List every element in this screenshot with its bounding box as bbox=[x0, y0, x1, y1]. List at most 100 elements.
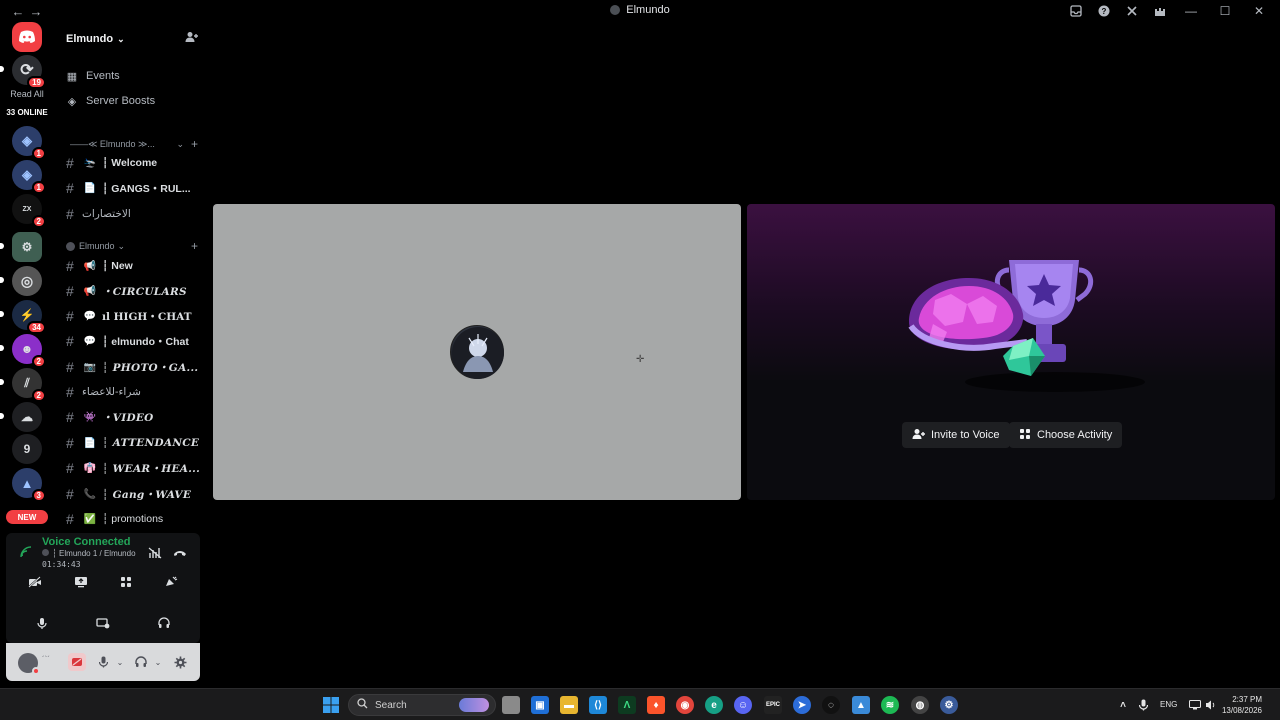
invite-to-voice-button[interactable]: Invite to Voice bbox=[902, 422, 1010, 448]
server-header[interactable]: Elmundo ⌄ bbox=[56, 22, 208, 56]
invite-people-icon[interactable] bbox=[185, 31, 198, 46]
circle-app-icon[interactable]: ◌ bbox=[822, 696, 840, 714]
disconnect-icon[interactable] bbox=[169, 542, 191, 564]
server-icon-5[interactable]: ⚙ bbox=[12, 232, 42, 262]
voice-status[interactable]: Voice Connected bbox=[42, 536, 130, 548]
channel-elmundo-chat[interactable]: # 💬 ┆ elmundo・Chat bbox=[66, 331, 204, 351]
windows-start-icon[interactable] bbox=[322, 696, 340, 714]
channel-emoji: 👘 bbox=[83, 462, 97, 474]
signal-icon[interactable] bbox=[20, 546, 32, 561]
inbox-icon[interactable] bbox=[1068, 3, 1084, 19]
server-icon-11[interactable]: 9 bbox=[12, 434, 42, 464]
gear-icon[interactable] bbox=[171, 653, 189, 671]
vscode-icon[interactable]: ⟨⟩ bbox=[589, 696, 607, 714]
chevron-up-icon[interactable]: ˄ bbox=[1114, 696, 1132, 714]
server-icon-7[interactable]: ⚡ 34 bbox=[12, 300, 46, 334]
new-unreads-pill[interactable]: NEW bbox=[6, 510, 48, 524]
voice-channel-name[interactable]: ┆ Elmundo 1 / Elmundo bbox=[42, 549, 136, 558]
headphones-icon[interactable] bbox=[132, 653, 150, 671]
app-launcher-icon[interactable]: ➤ bbox=[793, 696, 811, 714]
edge-icon[interactable]: e bbox=[705, 696, 723, 714]
hash-icon: # bbox=[66, 409, 74, 425]
channel-photo-gallery[interactable]: # 📷 ┆ PHOTO・GA... bbox=[66, 357, 204, 377]
category-header-1[interactable]: ——≪ Elmundo ≫... ⌄ + bbox=[66, 137, 198, 151]
server-icon-1[interactable]: ⟳ 19 bbox=[12, 55, 46, 89]
channel-high-chat[interactable]: # 💬 ıl HIGH・CHAT bbox=[66, 306, 204, 326]
hash-icon: # bbox=[66, 511, 74, 527]
server-icon-12[interactable]: ▲ 3 bbox=[12, 468, 46, 502]
choose-activity-button[interactable]: Choose Activity bbox=[1009, 422, 1123, 448]
read-all-button[interactable]: Read All bbox=[0, 89, 54, 99]
camera-off-icon[interactable] bbox=[24, 571, 46, 593]
channel-name: ┆ ATTENDANCE bbox=[102, 437, 200, 449]
help-icon[interactable]: ? bbox=[1096, 3, 1112, 19]
participant-avatar[interactable] bbox=[450, 325, 504, 379]
tools-icon[interactable] bbox=[1124, 3, 1140, 19]
channel-buy-members[interactable]: # شراء-للاعضاء bbox=[66, 382, 204, 402]
task-view-icon[interactable] bbox=[502, 696, 520, 714]
file-explorer-icon[interactable]: ▬ bbox=[560, 696, 578, 714]
channel-circulars[interactable]: # 📢 ・CIRCULARS bbox=[66, 281, 204, 301]
castle-icon[interactable] bbox=[1152, 3, 1168, 19]
mic-settings-icon[interactable] bbox=[32, 612, 54, 634]
server-icon-10[interactable]: ☁ bbox=[12, 402, 42, 432]
share-screen-icon[interactable] bbox=[70, 571, 92, 593]
server-icon-3[interactable]: ◈ 1 bbox=[12, 160, 46, 194]
noise-suppression-icon[interactable] bbox=[144, 542, 166, 564]
spotify-icon[interactable]: ≋ bbox=[881, 696, 899, 714]
discord-home-button[interactable] bbox=[12, 22, 42, 52]
brave-icon[interactable]: ♦ bbox=[647, 696, 665, 714]
channel-video[interactable]: # 👾 ・VIDEO bbox=[66, 407, 204, 427]
streaming-toggle-icon[interactable] bbox=[68, 653, 86, 671]
channel-promotions[interactable]: # ✅ ┆ promotions bbox=[66, 509, 204, 529]
microphone-tray-icon[interactable] bbox=[1134, 696, 1152, 714]
server-icon-2[interactable]: ◈ 1 bbox=[12, 126, 46, 160]
server-icon-8[interactable]: ☻ 2 bbox=[12, 334, 46, 368]
volume-icon[interactable] bbox=[1202, 696, 1220, 714]
channel-welcome[interactable]: # 🛬 ┆ Welcome bbox=[66, 153, 204, 173]
hash-icon: # bbox=[66, 283, 74, 299]
server-icon-4[interactable]: ZX 2 bbox=[12, 194, 46, 228]
taskbar-search[interactable]: Search bbox=[348, 694, 496, 716]
username[interactable]: ´`´ bbox=[42, 655, 50, 664]
store-icon[interactable]: ▣ bbox=[531, 696, 549, 714]
server-icon-6[interactable]: ◎ bbox=[12, 266, 42, 296]
add-channel-icon[interactable]: + bbox=[191, 239, 198, 253]
hash-icon: # bbox=[66, 206, 74, 222]
maximize-button[interactable]: ☐ bbox=[1214, 4, 1236, 18]
stream-settings-icon[interactable] bbox=[92, 612, 114, 634]
microphone-icon[interactable] bbox=[94, 653, 112, 671]
chevron-down-icon[interactable]: ⌄ bbox=[111, 653, 129, 671]
close-button[interactable]: ✕ bbox=[1248, 4, 1270, 18]
language-indicator[interactable]: ENG bbox=[1160, 700, 1177, 709]
photos-icon[interactable]: ▲ bbox=[852, 696, 870, 714]
channel-attendance[interactable]: # 📄 ┆ ATTENDANCE bbox=[66, 433, 204, 453]
terminal-icon[interactable]: Λ bbox=[618, 696, 636, 714]
server-boosts-label: Server Boosts bbox=[86, 95, 156, 107]
channel-gangs-rules[interactable]: # 📄 ┆ GANGS・RUL... bbox=[66, 178, 204, 198]
mention-badge: 2 bbox=[31, 215, 46, 228]
soundboard-icon[interactable] bbox=[160, 571, 182, 593]
minimize-button[interactable]: — bbox=[1180, 4, 1202, 18]
server-boosts-item[interactable]: ◈ Server Boosts bbox=[66, 91, 204, 111]
channel-gang-wave[interactable]: # 📞 ┆ Gang・WAVE bbox=[66, 484, 204, 504]
chevron-down-icon[interactable]: ⌄ bbox=[149, 653, 167, 671]
chrome-icon[interactable]: ◉ bbox=[676, 696, 694, 714]
avatar[interactable] bbox=[18, 653, 40, 675]
channel-wear-heads[interactable]: # 👘 ┆ WEAR・HEA... bbox=[66, 458, 204, 478]
discord-icon[interactable]: ☺ bbox=[734, 696, 752, 714]
channel-new[interactable]: # 📢 ┆ New bbox=[66, 256, 204, 276]
add-channel-icon[interactable]: + bbox=[191, 137, 198, 151]
obs-icon[interactable]: ◍ bbox=[911, 696, 929, 714]
gear-app-icon[interactable]: ⚙ bbox=[940, 696, 958, 714]
channel-shortcuts[interactable]: # الاختصارات bbox=[66, 204, 204, 224]
category-header-2[interactable]: Elmundo ⌄ + bbox=[66, 239, 198, 253]
activities-icon bbox=[1019, 428, 1031, 443]
voice-participant-tile[interactable]: ✛ bbox=[213, 204, 741, 500]
events-item[interactable]: ▦ Events bbox=[66, 66, 204, 86]
headphones-icon[interactable] bbox=[153, 612, 175, 634]
clock[interactable]: 2:37 PM 13/08/2026 bbox=[1222, 694, 1262, 716]
epic-games-icon[interactable]: EPIC bbox=[764, 696, 782, 714]
activities-icon[interactable] bbox=[115, 571, 137, 593]
server-icon-9[interactable]: ⫽ 2 bbox=[12, 368, 46, 402]
